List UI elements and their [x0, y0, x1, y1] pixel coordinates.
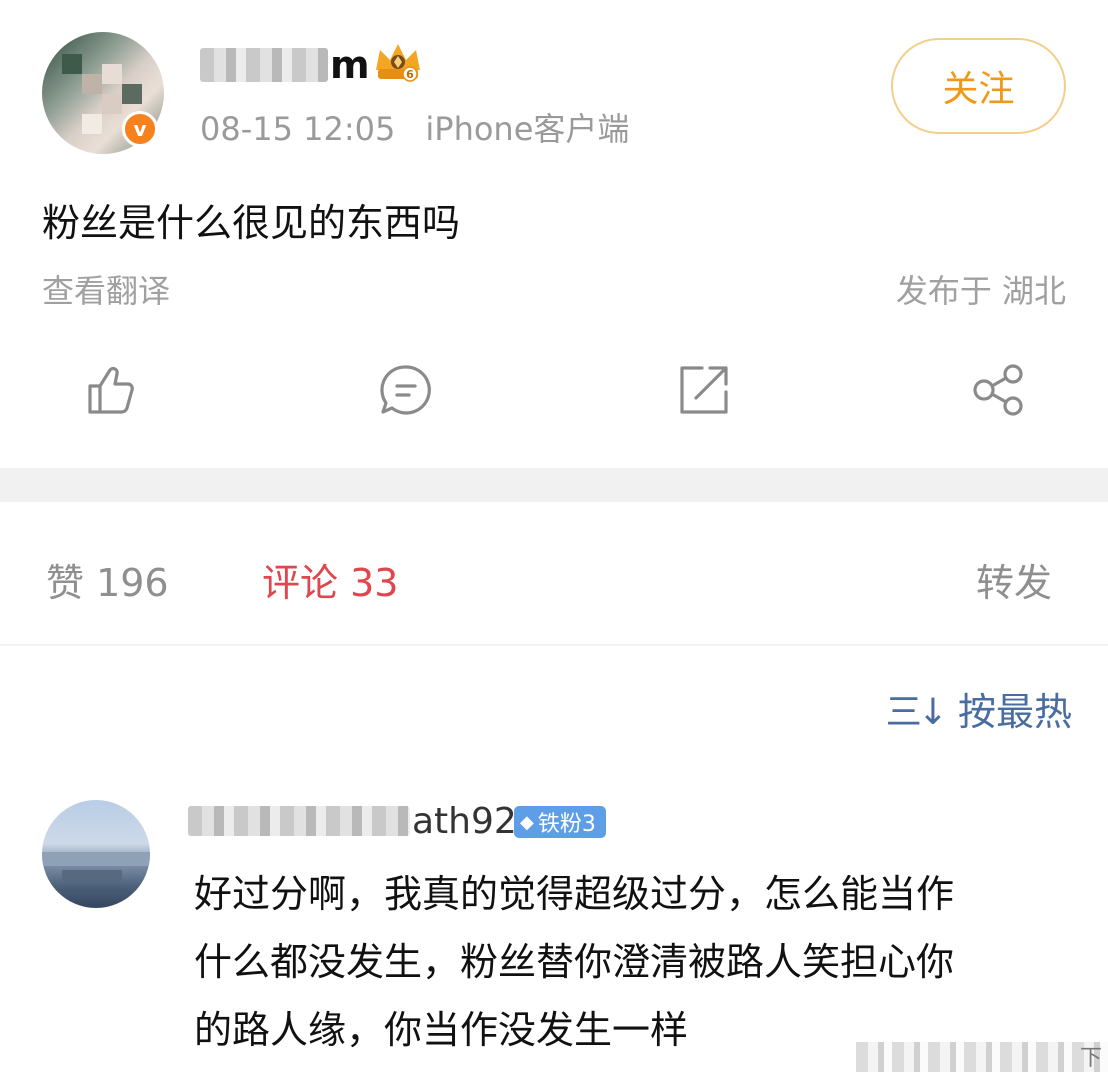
share-icon — [973, 364, 1023, 416]
comment-button[interactable] — [378, 362, 434, 418]
post-client: iPhone客户端 — [425, 110, 630, 148]
repost-icon — [680, 366, 728, 414]
fan-level-badge[interactable]: ◆ 铁粉3 — [514, 806, 606, 838]
translate-link[interactable]: 查看翻译 — [42, 266, 170, 312]
section-divider — [0, 468, 1108, 502]
crown-level-icon[interactable]: 6 — [372, 40, 424, 84]
sort-by-hot-button[interactable]: 三↓ 按最热 — [886, 681, 1072, 736]
thumbs-up-icon — [88, 367, 134, 414]
tab-comments[interactable]: 评论 33 — [262, 552, 398, 607]
follow-button[interactable]: 关注 — [891, 38, 1066, 134]
tab-divider — [0, 644, 1108, 646]
tab-likes[interactable]: 赞 196 — [46, 552, 169, 607]
blurred-name — [200, 48, 328, 82]
commenter-avatar[interactable] — [42, 800, 150, 908]
footer-glyph: 下 — [1079, 1046, 1102, 1071]
post-meta: 08-15 12:05 iPhone客户端 — [200, 104, 629, 150]
diamond-icon: ◆ — [520, 811, 534, 833]
commenter-name[interactable]: ath923 — [188, 798, 540, 844]
like-button[interactable] — [82, 362, 138, 418]
tab-reposts[interactable]: 转发 — [976, 552, 1052, 607]
post-time: 08-15 12:05 — [200, 110, 396, 148]
post-text: 粉丝是什么很见的东西吗 — [42, 201, 461, 245]
blurred-name — [188, 806, 410, 836]
svg-text:6: 6 — [406, 68, 414, 81]
post-location: 发布于 湖北 — [895, 272, 1066, 310]
comment-icon — [380, 365, 431, 415]
sort-icon: 三↓ — [885, 691, 948, 733]
share-button[interactable] — [970, 362, 1026, 418]
comment-text: 好过分啊，我真的觉得超级过分，怎么能当作 什么都没发生，粉丝替你澄清被路人笑担心… — [194, 872, 955, 1052]
sort-label: 按最热 — [957, 690, 1072, 734]
blurred-overlay — [856, 1042, 1108, 1072]
author-name[interactable]: m — [200, 40, 370, 90]
verified-badge: v — [122, 111, 158, 147]
repost-button[interactable] — [676, 362, 732, 418]
